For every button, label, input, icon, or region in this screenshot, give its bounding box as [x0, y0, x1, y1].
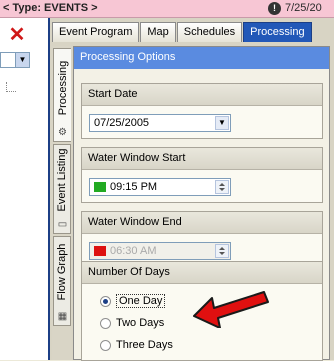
side-tab-bar: Processing ⚙ Event Listing ▭ Flow Graph …: [52, 46, 72, 360]
tab-event-program[interactable]: Event Program: [52, 22, 140, 42]
date-text: 7/25/20: [285, 2, 322, 14]
start-time-value: 09:15 PM: [110, 181, 158, 193]
list-icon: ▭: [57, 219, 68, 230]
side-tab-label: Flow Graph: [56, 243, 68, 301]
close-icon[interactable]: ✕: [8, 25, 26, 45]
radio-button[interactable]: [100, 295, 111, 307]
radio-label: Two Days: [116, 317, 165, 329]
water-window-start-time[interactable]: 09:15 PM: [89, 178, 231, 196]
radio-button[interactable]: [100, 339, 111, 351]
section-header: Processing Options: [74, 47, 329, 69]
left-pane: ✕ ▼: [0, 18, 48, 360]
radio-three-days[interactable]: Three Days: [100, 336, 173, 354]
side-tab-label: Processing: [56, 60, 69, 115]
radio-label: Three Days: [116, 339, 173, 351]
tab-map[interactable]: Map: [140, 22, 176, 42]
red-swatch-icon: [94, 246, 106, 256]
start-date-dropdown[interactable]: 07/25/2005 ▼: [89, 114, 231, 132]
side-tab-event-listing[interactable]: Event Listing ▭: [53, 144, 71, 234]
end-time-value: 06:30 AM: [110, 245, 157, 257]
top-tab-bar: Event Program Map Schedules Processing: [52, 22, 313, 44]
side-tab-flow-graph[interactable]: Flow Graph ▦: [53, 236, 71, 326]
type-label: < Type: EVENTS >: [3, 2, 98, 14]
tab-schedules[interactable]: Schedules: [176, 22, 243, 42]
group-title: Number Of Days: [82, 262, 322, 284]
spinner-icon[interactable]: [215, 180, 229, 194]
tab-processing[interactable]: Processing: [243, 22, 312, 42]
graph-icon: ▦: [57, 311, 68, 322]
group-title: Water Window Start: [82, 148, 322, 170]
radio-button[interactable]: [100, 317, 111, 329]
start-date-value: 07/25/2005: [94, 117, 150, 129]
red-arrow-icon: [193, 291, 269, 328]
group-title: Water Window End: [82, 212, 322, 234]
radio-one-day[interactable]: One Day: [100, 292, 166, 310]
chevron-down-icon[interactable]: ▼: [215, 116, 229, 130]
radio-label: One Day: [116, 294, 166, 308]
side-tab-label: Event Listing: [56, 148, 68, 212]
window-title-bar: < Type: EVENTS > ! 7/25/20: [0, 0, 334, 18]
radio-two-days[interactable]: Two Days: [100, 314, 164, 332]
gear-icon: ⚙: [58, 127, 67, 138]
chevron-down-icon[interactable]: ▼: [15, 53, 29, 67]
tree-connector-icon: [6, 82, 16, 92]
green-swatch-icon: [94, 182, 106, 192]
group-title: Start Date: [82, 84, 322, 106]
spinner-icon[interactable]: [215, 244, 229, 258]
water-window-start-group: Water Window Start 09:15 PM: [81, 147, 323, 203]
water-window-end-time[interactable]: 06:30 AM: [89, 242, 231, 260]
side-tab-processing[interactable]: Processing ⚙: [53, 48, 71, 142]
left-dropdown[interactable]: ▼: [0, 52, 30, 68]
start-date-group: Start Date 07/25/2005 ▼: [81, 83, 323, 139]
clock-icon[interactable]: !: [268, 2, 281, 15]
water-window-end-group: Water Window End 06:30 AM: [81, 211, 323, 267]
